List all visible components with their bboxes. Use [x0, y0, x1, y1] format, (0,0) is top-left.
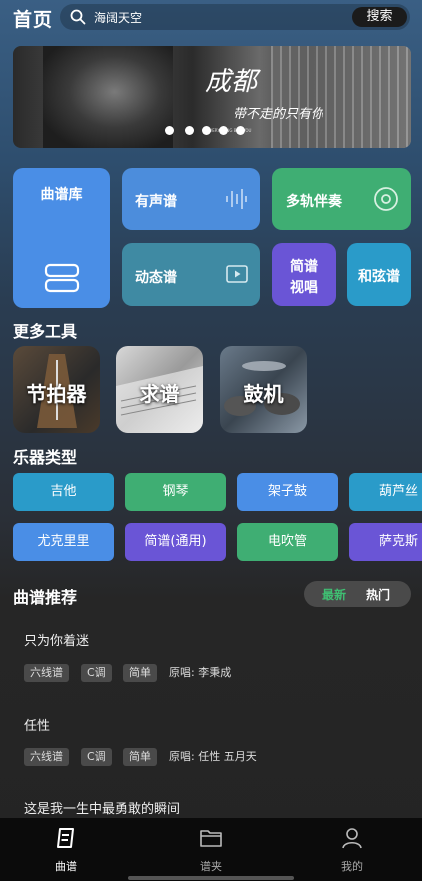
instrument-chip-hulusi[interactable]: 葫芦丝 — [349, 473, 422, 511]
nav-profile[interactable]: 我的 — [307, 818, 397, 881]
song-title: 只为你着迷 — [24, 634, 90, 649]
score-book-icon — [57, 828, 74, 848]
banner-carousel[interactable]: 成都 带不走的只有你 EVERYTHING BUT YOU — [13, 46, 411, 148]
motion-score-label: 动态谱 — [135, 270, 177, 286]
folder-icon — [200, 830, 222, 847]
bottom-nav: 曲谱 谱夹 我的 — [0, 818, 422, 881]
carousel-dot[interactable] — [165, 126, 174, 135]
instrument-chip-sax[interactable]: 萨克斯 — [349, 523, 422, 561]
chord-score-label: 和弦谱 — [358, 269, 400, 285]
nav-folders[interactable]: 谱夹 — [166, 818, 256, 881]
tab-latest[interactable]: 最新 — [322, 586, 346, 603]
video-play-icon — [226, 265, 248, 283]
more-tools-title: 更多工具 — [13, 322, 78, 341]
tag: C调 — [81, 748, 112, 766]
library-stack-icon — [44, 263, 80, 293]
chord-score-card[interactable]: 和弦谱 — [347, 243, 411, 306]
instrument-chip-jianpu[interactable]: 简谱(通用) — [125, 523, 226, 561]
home-indicator — [128, 876, 294, 880]
drum-machine-label: 鼓机 — [243, 382, 284, 406]
instrument-types-title: 乐器类型 — [13, 448, 78, 467]
metronome-label: 节拍器 — [26, 382, 87, 406]
tag: 六线谱 — [24, 748, 69, 766]
search-bar[interactable]: 海阔天空 搜索 — [60, 4, 410, 30]
multitrack-card[interactable]: 多轨伴奏 — [272, 168, 411, 230]
top-bar: 首页 海阔天空 搜索 — [0, 0, 422, 36]
page-title: 首页 — [13, 9, 54, 31]
song-title: 任性 — [24, 719, 51, 734]
banner-headline: 成都 — [205, 67, 261, 97]
nav-profile-label: 我的 — [341, 860, 363, 873]
user-icon — [342, 828, 362, 849]
carousel-dot[interactable] — [185, 126, 194, 135]
search-button[interactable]: 搜索 — [352, 7, 407, 27]
song-title: 这是我一生中最勇敢的瞬间 — [24, 802, 181, 817]
disc-icon — [374, 187, 398, 211]
instrument-chip-ewi[interactable]: 电吹管 — [237, 523, 338, 561]
instrument-chip-piano[interactable]: 钢琴 — [125, 473, 226, 511]
request-score-label: 求谱 — [139, 382, 180, 406]
metronome-tool[interactable]: 节拍器 — [13, 346, 100, 433]
banner-subline: 带不走的只有你 — [233, 107, 323, 122]
nav-folders-label: 谱夹 — [200, 860, 222, 873]
tag: 简单 — [123, 664, 157, 682]
audio-score-label: 有声谱 — [135, 194, 177, 210]
audio-score-card[interactable]: 有声谱 — [122, 168, 260, 230]
jianpu-label-line2: 视唱 — [290, 280, 318, 296]
original-singer: 原唱: 任性 五月天 — [169, 750, 257, 763]
nav-scores[interactable]: 曲谱 — [21, 818, 111, 881]
instrument-chip-drums[interactable]: 架子鼓 — [237, 473, 338, 511]
jianpu-sing-card[interactable]: 简谱 视唱 — [272, 243, 336, 306]
motion-score-card[interactable]: 动态谱 — [122, 243, 260, 306]
drum-machine-tool[interactable]: 鼓机 — [220, 346, 307, 433]
carousel-dot[interactable] — [202, 126, 211, 135]
instrument-chip-guitar[interactable]: 吉他 — [13, 473, 114, 511]
multitrack-label: 多轨伴奏 — [286, 194, 342, 210]
score-library-card[interactable]: 曲谱库 — [13, 168, 110, 308]
tag: 简单 — [123, 748, 157, 766]
nav-scores-label: 曲谱 — [55, 860, 77, 873]
carousel-dot[interactable] — [219, 126, 228, 135]
search-icon — [70, 9, 86, 25]
waveform-icon — [226, 189, 247, 209]
search-input[interactable]: 海阔天空 — [94, 9, 142, 26]
tag: 六线谱 — [24, 664, 69, 682]
tab-hot[interactable]: 热门 — [366, 586, 390, 603]
request-score-tool[interactable]: 求谱 — [116, 346, 203, 433]
jianpu-label-line1: 简谱 — [290, 259, 318, 275]
recommend-title: 曲谱推荐 — [13, 588, 78, 607]
sort-toggle: 最新 热门 — [304, 581, 411, 607]
score-library-label: 曲谱库 — [40, 187, 83, 203]
carousel-dot[interactable] — [236, 126, 245, 135]
original-singer: 原唱: 李秉成 — [169, 666, 232, 679]
instrument-chip-ukulele[interactable]: 尤克里里 — [13, 523, 114, 561]
tag: C调 — [81, 664, 112, 682]
banner-photo — [43, 46, 173, 148]
